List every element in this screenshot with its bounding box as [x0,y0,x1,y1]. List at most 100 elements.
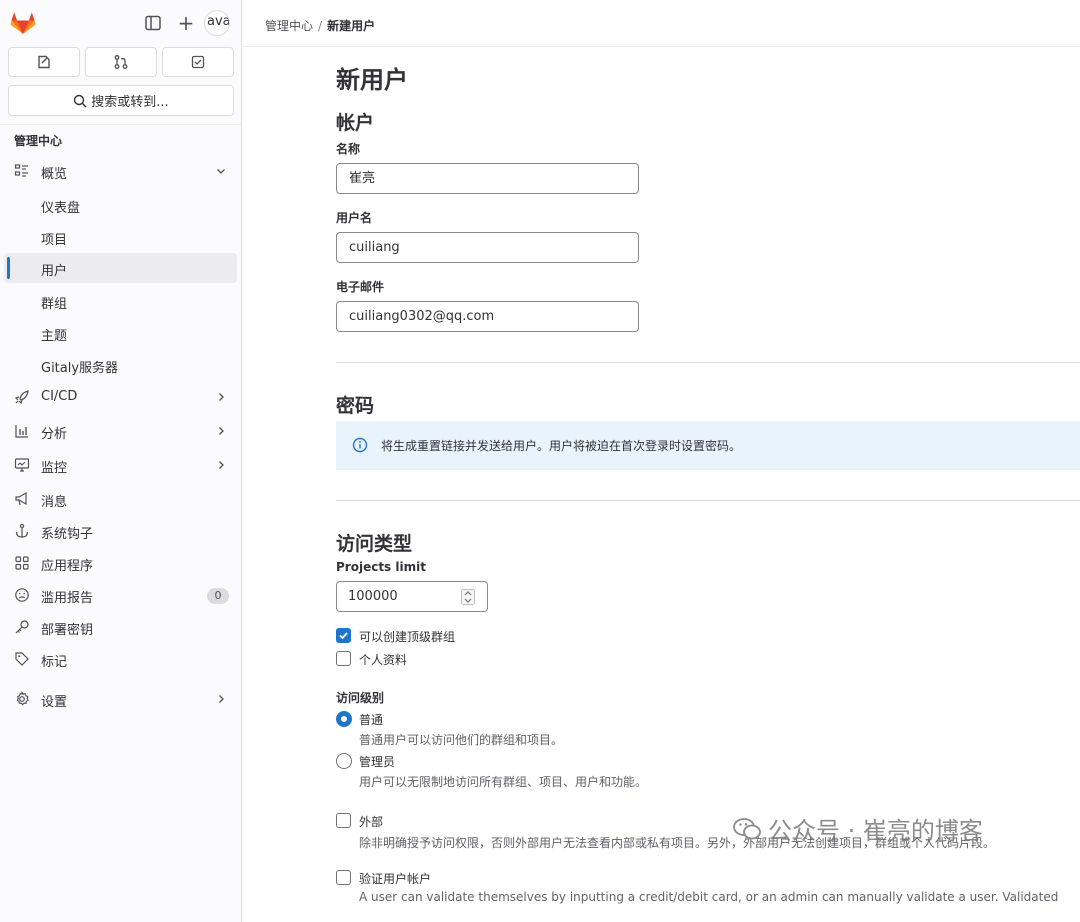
sidebar-item-gitaly-servers[interactable]: Gitaly服务器 [4,350,237,380]
validate-account-label[interactable]: 验证用户帐户 [359,870,431,887]
breadcrumb-separator: / [318,19,323,33]
abuse-count-badge: 0 [207,588,229,604]
sidebar-item-label: 用户 [41,264,68,279]
sidebar-item-label: 概览 [41,167,68,182]
email-label: 电子邮件 [336,280,385,294]
projects-limit-input[interactable]: 100000 [336,581,488,612]
admin-radio[interactable] [336,753,352,769]
settings-icon [16,691,29,706]
sidebar-item-label: 设置 [41,695,68,710]
external-checkbox[interactable] [336,813,351,828]
projects-limit-value: 100000 [348,589,398,604]
password-info-alert: 将生成重置链接并发送给用户。用户将被迫在首次登录时设置密码。 [336,421,1080,470]
wechat-icon [733,817,761,839]
can-create-group-checkbox[interactable] [336,628,351,643]
sidebar-item-topics[interactable]: 主题 [4,318,237,348]
sidebar-item-abuse-reports[interactable]: 滥用报告 0 [4,580,237,610]
label-icon [15,652,29,666]
sidebar-item-labels[interactable]: 标记 [4,644,237,674]
name-field[interactable]: 崔亮 [336,163,639,194]
user-avatar[interactable]: ava [204,10,230,36]
sidebar-item-monitoring[interactable]: 监控 [4,450,237,480]
name-label: 名称 [336,142,361,156]
chart-icon [15,425,28,438]
sidebar-header: + ava [0,0,241,48]
can-create-group-label[interactable]: 可以创建顶级群组 [359,628,455,645]
sidebar-item-label: 监控 [41,461,68,476]
abuse-icon [15,588,29,602]
email-field[interactable]: cuiliang0302@qq.com [336,301,639,332]
breadcrumb-current[interactable]: 新建用户 [327,19,375,33]
sidebar-item-label: 标记 [41,655,68,670]
todo-icon [191,55,205,69]
issues-icon [38,55,50,69]
check-icon [339,632,348,640]
admin-label[interactable]: 管理员 [359,753,395,770]
validate-account-checkbox[interactable] [336,870,351,885]
validate-account-help-text: A user can validate themselves by inputt… [359,890,1059,904]
number-stepper-icon[interactable] [461,589,475,605]
sidebar-item-label: CI/CD [41,389,78,404]
breadcrumb-admin-link[interactable]: 管理中心 [265,19,313,33]
regular-label[interactable]: 普通 [359,711,383,728]
search-button[interactable]: 搜索或转到... [8,85,234,116]
chevron-right-icon [219,695,224,703]
sidebar-item-projects[interactable]: 项目 [4,222,237,252]
sidebar-item-label: 系统钩子 [41,527,94,542]
sidebar-item-applications[interactable]: 应用程序 [4,548,237,578]
sidebar-item-label: 主题 [41,329,68,344]
sidebar-item-groups[interactable]: 群组 [4,286,237,316]
search-label: 搜索或转到... [91,95,169,110]
username-label: 用户名 [336,211,373,225]
info-icon [352,437,368,453]
external-label[interactable]: 外部 [359,813,383,830]
sidebar-item-users[interactable]: 用户 [4,253,237,283]
chevron-right-icon [219,461,224,469]
chevron-right-icon [219,427,224,435]
password-info-text: 将生成重置链接并发送给用户。用户将被迫在首次登录时设置密码。 [381,439,742,453]
sidebar-item-analytics[interactable]: 分析 [4,416,237,446]
anchor-icon [15,523,29,538]
key-icon [15,620,29,634]
sidebar-item-system-hooks[interactable]: 系统钩子 [4,516,237,546]
sidebar-item-label: 应用程序 [41,559,94,574]
merge-requests-button[interactable] [85,47,157,77]
sidebar-divider [0,124,241,125]
breadcrumb: 管理中心 / 新建用户 [265,17,375,34]
regular-radio[interactable] [336,711,352,727]
sidebar-item-cicd[interactable]: CI/CD [4,382,237,412]
sidebar-shortcut-buttons [8,47,234,77]
sidebar-item-label: 群组 [41,297,68,312]
username-field[interactable]: cuiliang [336,232,639,263]
projects-limit-label: Projects limit [336,560,426,574]
applications-icon [15,556,29,570]
section-divider [336,500,1080,501]
rocket-icon [14,390,29,405]
access-heading: 访问类型 [336,533,413,555]
sidebar-item-label: 项目 [41,233,68,248]
page-title: 新用户 [336,66,408,94]
sidebar-item-label: 仪表盘 [41,201,81,216]
search-icon [74,94,87,107]
create-new-button[interactable]: + [176,12,196,34]
password-heading: 密码 [336,395,375,417]
sidebar-item-settings[interactable]: 设置 [4,684,237,714]
private-profile-checkbox[interactable] [336,651,351,666]
todo-button[interactable] [162,47,234,77]
sidebar-item-label: Gitaly服务器 [41,361,119,376]
gitlab-logo-icon[interactable] [10,11,36,35]
account-heading: 帐户 [336,112,375,134]
sidebar-item-deploy-keys[interactable]: 部署密钥 [4,612,237,642]
sidebar-toggle-icon[interactable] [144,14,162,32]
private-profile-label[interactable]: 个人资料 [359,651,407,668]
sidebar-item-overview[interactable]: 概览 [4,156,237,186]
sidebar-item-messages[interactable]: 消息 [4,484,237,514]
sidebar-item-label: 分析 [41,427,68,442]
watermark: 公众号 · 崔亮的博客 [732,811,983,846]
top-bar: 管理中心 / 新建用户 [243,0,1080,47]
sidebar-item-label: 消息 [41,495,68,510]
monitor-icon [14,458,30,472]
issues-button[interactable] [8,47,80,77]
sidebar-item-dashboard[interactable]: 仪表盘 [4,190,237,220]
admin-help-text: 用户可以无限制地访问所有群组、项目、用户和功能。 [359,775,648,789]
